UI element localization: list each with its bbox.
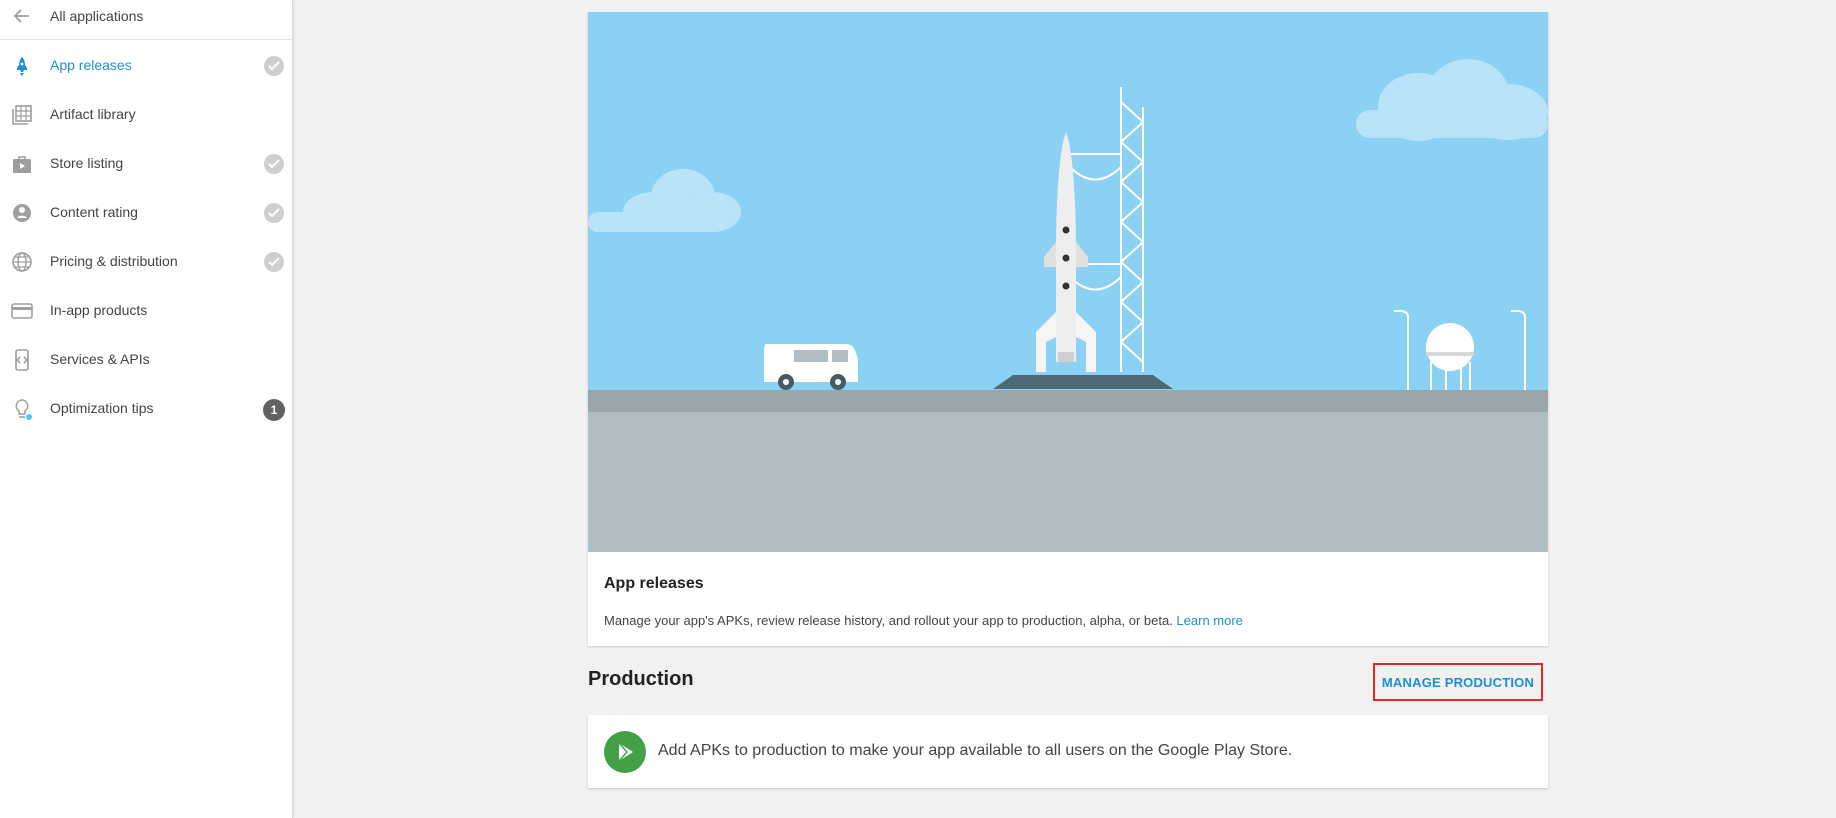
api-icon <box>11 349 33 371</box>
launch-pad-illustration <box>588 12 1548 552</box>
sidebar-item-pricing-distribution[interactable]: Pricing & distribution <box>0 237 292 286</box>
arrow-left-icon <box>12 6 32 26</box>
learn-more-link[interactable]: Learn more <box>1176 613 1242 628</box>
tips-count-badge: 1 <box>263 399 285 421</box>
manage-production-button[interactable]: MANAGE PRODUCTION <box>1373 663 1543 701</box>
sidebar-item-optimization-tips[interactable]: Optimization tips 1 <box>0 384 292 433</box>
checkmark-icon <box>264 203 284 223</box>
sidebar-item-app-releases[interactable]: App releases <box>0 41 292 90</box>
rating-icon <box>11 202 33 224</box>
sidebar-item-label: Pricing & distribution <box>50 253 178 269</box>
app-root: All applications App releases Artifact l… <box>0 0 1836 818</box>
store-bag-icon <box>11 153 33 175</box>
description-text: Manage your app's APKs, review release h… <box>604 613 1173 628</box>
rocket-icon <box>11 55 33 77</box>
sidebar-item-services-apis[interactable]: Services & APIs <box>0 335 292 384</box>
sidebar: All applications App releases Artifact l… <box>0 0 293 818</box>
production-info-text: Add APKs to production to make your app … <box>658 742 1293 759</box>
sidebar-item-label: Content rating <box>50 204 138 220</box>
back-label: All applications <box>50 8 144 24</box>
sidebar-item-label: Optimization tips <box>50 400 154 416</box>
checkmark-icon <box>264 154 284 174</box>
checkmark-icon <box>264 252 284 272</box>
globe-icon <box>11 251 33 273</box>
app-releases-card: App releases Manage your app's APKs, rev… <box>588 12 1548 646</box>
card-description: Manage your app's APKs, review release h… <box>604 613 1243 628</box>
sidebar-item-in-app-products[interactable]: In-app products <box>0 286 292 335</box>
lightbulb-icon <box>11 398 33 420</box>
card-title: App releases <box>604 575 704 592</box>
sidebar-item-content-rating[interactable]: Content rating <box>0 188 292 237</box>
sidebar-item-label: Artifact library <box>50 106 136 122</box>
production-info-card: Add APKs to production to make your app … <box>588 715 1548 788</box>
sidebar-item-label: App releases <box>50 57 132 73</box>
sidebar-item-store-listing[interactable]: Store listing <box>0 139 292 188</box>
production-heading: Production <box>588 668 694 690</box>
checkmark-icon <box>264 56 284 76</box>
play-store-icon <box>604 731 646 773</box>
back-to-all-applications[interactable]: All applications <box>0 0 292 40</box>
sidebar-item-label: In-app products <box>50 302 148 318</box>
card-icon <box>11 300 33 322</box>
grid-icon <box>11 104 33 126</box>
sidebar-item-label: Services & APIs <box>50 351 150 367</box>
sidebar-item-label: Store listing <box>50 155 124 171</box>
sidebar-item-artifact-library[interactable]: Artifact library <box>0 90 292 139</box>
